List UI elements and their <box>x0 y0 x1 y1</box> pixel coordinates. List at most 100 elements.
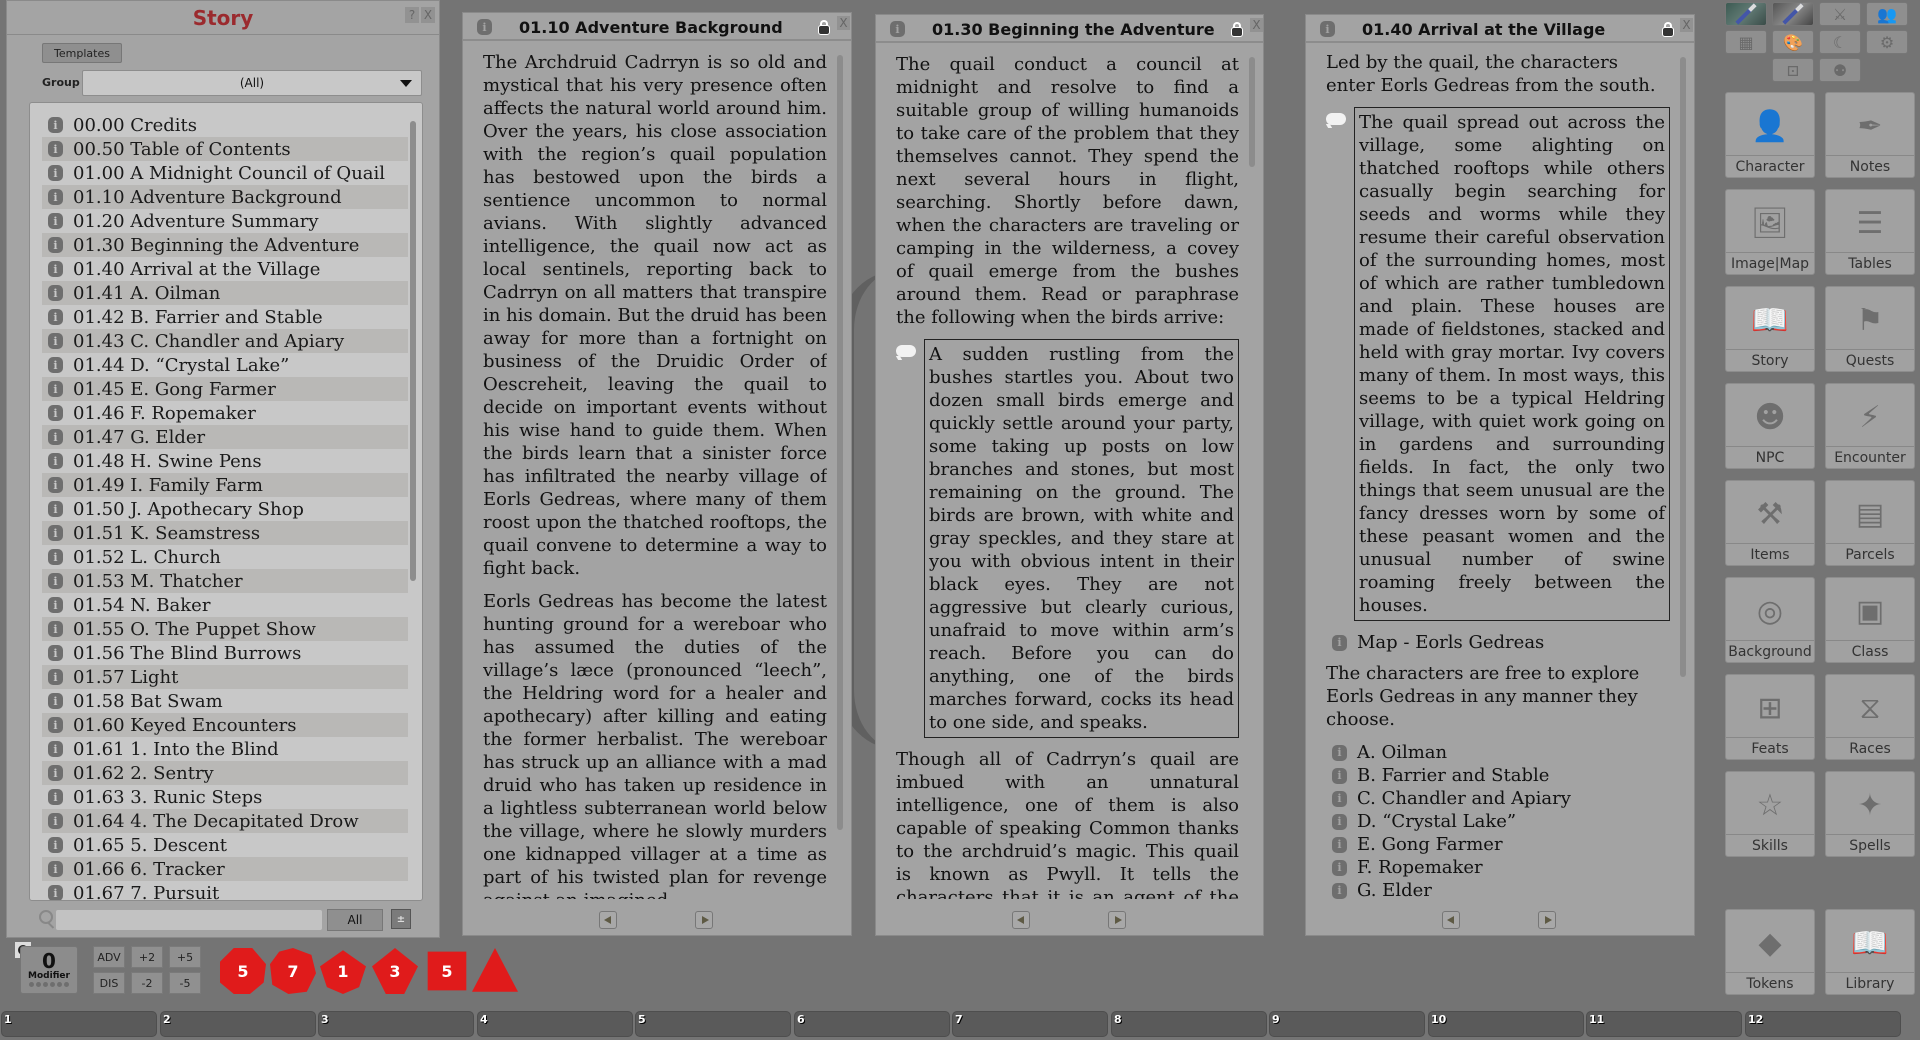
list-item[interactable]: i 01.60 Keyed Encounters <box>42 713 408 737</box>
hotbar-slot[interactable]: 7 <box>952 1011 1108 1037</box>
list-item[interactable]: i 01.48 H. Swine Pens <box>42 449 408 473</box>
story-link[interactable]: i B. Farrier and Stable <box>1326 764 1670 787</box>
close-button[interactable]: X <box>837 16 850 30</box>
modifier-box[interactable]: 0 Modifier <box>20 946 78 994</box>
image-tool-alt-icon[interactable] <box>1772 2 1814 26</box>
sidebar-button-library[interactable]: 📖 Library <box>1825 909 1915 995</box>
list-item[interactable]: i 01.30 Beginning the Adventure <box>42 233 408 257</box>
previous-page-button[interactable] <box>599 911 617 929</box>
plus-2-button[interactable]: +2 <box>131 946 163 968</box>
d10-die[interactable]: 1 <box>320 950 366 994</box>
advantage-button[interactable]: ADV <box>93 946 125 968</box>
sidebar-button-character[interactable]: 👤 Character <box>1725 92 1815 178</box>
scrollbar[interactable] <box>1680 57 1686 677</box>
list-item[interactable]: i 01.45 E. Gong Farmer <box>42 377 408 401</box>
sidebar-button-notes[interactable]: ✒ Notes <box>1825 92 1915 178</box>
effects-icon[interactable]: ⚉ <box>1819 58 1861 82</box>
list-item[interactable]: i 01.10 Adventure Background <box>42 185 408 209</box>
sidebar-button-tokens[interactable]: ◆ Tokens <box>1725 909 1815 995</box>
image-tool-icon[interactable] <box>1725 2 1767 26</box>
d8-die[interactable]: 3 <box>372 948 418 994</box>
list-item[interactable]: i 01.61 1. Into the Blind <box>42 737 408 761</box>
sidebar-button-image-map[interactable]: 🖼 Image|Map <box>1725 189 1815 275</box>
sidebar-button-background[interactable]: ◎ Background <box>1725 577 1815 663</box>
story-link[interactable]: i D. “Crystal Lake” <box>1326 810 1670 833</box>
plus-5-button[interactable]: +5 <box>169 946 201 968</box>
d6-die[interactable]: 5 <box>427 951 467 991</box>
story-link[interactable]: i G. Elder <box>1326 879 1670 899</box>
moon-stars-icon[interactable]: ☾ <box>1819 30 1861 54</box>
hotbar-slot[interactable]: 1 <box>1 1011 157 1037</box>
sidebar-button-tables[interactable]: ☰ Tables <box>1825 189 1915 275</box>
hotbar-slot[interactable]: 5 <box>635 1011 791 1037</box>
hotbar-slot[interactable]: 12 <box>1745 1011 1901 1037</box>
hotbar-slot[interactable]: 2 <box>160 1011 316 1037</box>
hotbar-slot[interactable]: 4 <box>477 1011 633 1037</box>
search-input[interactable] <box>56 910 322 930</box>
list-item[interactable]: i 01.41 A. Oilman <box>42 281 408 305</box>
help-button[interactable]: ? <box>405 7 419 23</box>
sword-icon[interactable]: ⚔ <box>1819 2 1861 26</box>
sidebar-button-class[interactable]: ▣ Class <box>1825 577 1915 663</box>
story-link[interactable]: i A. Oilman <box>1326 741 1670 764</box>
minus-5-button[interactable]: -5 <box>169 972 201 994</box>
sidebar-button-races[interactable]: ⧖ Races <box>1825 674 1915 760</box>
filter-all-button[interactable]: All <box>327 909 383 931</box>
sidebar-button-story[interactable]: 📖 Story <box>1725 286 1815 372</box>
lock-icon[interactable] <box>818 20 830 35</box>
d4-die[interactable] <box>472 948 518 992</box>
list-item[interactable]: i 01.65 5. Descent <box>42 833 408 857</box>
list-item[interactable]: i 01.63 3. Runic Steps <box>42 785 408 809</box>
sidebar-button-quests[interactable]: ⚑ Quests <box>1825 286 1915 372</box>
list-item[interactable]: i 01.46 F. Ropemaker <box>42 401 408 425</box>
close-button[interactable]: X <box>1680 18 1693 32</box>
list-item[interactable]: i 01.57 Light <box>42 665 408 689</box>
calendar-icon[interactable]: ▦ <box>1725 30 1767 54</box>
list-item[interactable]: i 01.50 J. Apothecary Shop <box>42 497 408 521</box>
list-item[interactable]: i 00.00 Credits <box>42 113 408 137</box>
list-item[interactable]: i 01.00 A Midnight Council of Quail <box>42 161 408 185</box>
story-link[interactable]: i E. Gong Farmer <box>1326 833 1670 856</box>
add-remove-icon[interactable]: ± <box>391 909 411 929</box>
hotbar-slot[interactable]: 10 <box>1428 1011 1584 1037</box>
window-header[interactable]: i 01.30 Beginning the Adventure X <box>876 15 1263 43</box>
list-item[interactable]: i 01.52 L. Church <box>42 545 408 569</box>
list-item[interactable]: i 01.47 G. Elder <box>42 425 408 449</box>
list-item[interactable]: i 01.62 2. Sentry <box>42 761 408 785</box>
hotbar-slot[interactable]: 3 <box>318 1011 474 1037</box>
sidebar-button-npc[interactable]: ☻ NPC <box>1725 383 1815 469</box>
hotbar-slot[interactable]: 8 <box>1111 1011 1267 1037</box>
list-item[interactable]: i 01.55 O. The Puppet Show <box>42 617 408 641</box>
story-link[interactable]: i F. Ropemaker <box>1326 856 1670 879</box>
list-item[interactable]: i 01.40 Arrival at the Village <box>42 257 408 281</box>
hotbar-slot[interactable]: 9 <box>1269 1011 1425 1037</box>
sidebar-button-feats[interactable]: ⊞ Feats <box>1725 674 1815 760</box>
previous-page-button[interactable] <box>1012 911 1030 929</box>
sidebar-button-skills[interactable]: ☆ Skills <box>1725 771 1815 857</box>
sidebar-button-encounter[interactable]: ⚡ Encounter <box>1825 383 1915 469</box>
scrollbar[interactable] <box>837 55 843 830</box>
list-item[interactable]: i 01.43 C. Chandler and Apiary <box>42 329 408 353</box>
lock-icon[interactable] <box>1231 22 1243 37</box>
sidebar-button-parcels[interactable]: ▤ Parcels <box>1825 480 1915 566</box>
templates-button[interactable]: Templates <box>42 43 122 63</box>
focus-icon[interactable]: ⊡ <box>1772 58 1814 82</box>
hotbar-slot[interactable]: 6 <box>794 1011 950 1037</box>
list-item[interactable]: i 01.53 M. Thatcher <box>42 569 408 593</box>
map-link[interactable]: i Map - Eorls Gedreas <box>1326 631 1670 654</box>
next-page-button[interactable] <box>695 911 713 929</box>
scrollbar[interactable] <box>1249 57 1255 167</box>
minus-2-button[interactable]: -2 <box>131 972 163 994</box>
sidebar-button-items[interactable]: ⚒ Items <box>1725 480 1815 566</box>
sidebar-button-spells[interactable]: ✦ Spells <box>1825 771 1915 857</box>
d12-die[interactable]: 7 <box>270 948 316 994</box>
next-page-button[interactable] <box>1538 911 1556 929</box>
list-item[interactable]: i 00.50 Table of Contents <box>42 137 408 161</box>
close-button[interactable]: X <box>1250 18 1263 32</box>
group-select[interactable]: (All) <box>82 70 422 96</box>
gear-icon[interactable]: ⚙ <box>1866 30 1908 54</box>
list-item[interactable]: i 01.51 K. Seamstress <box>42 521 408 545</box>
story-link[interactable]: i C. Chandler and Apiary <box>1326 787 1670 810</box>
window-header[interactable]: i 01.40 Arrival at the Village X <box>1306 15 1694 43</box>
previous-page-button[interactable] <box>1442 911 1460 929</box>
